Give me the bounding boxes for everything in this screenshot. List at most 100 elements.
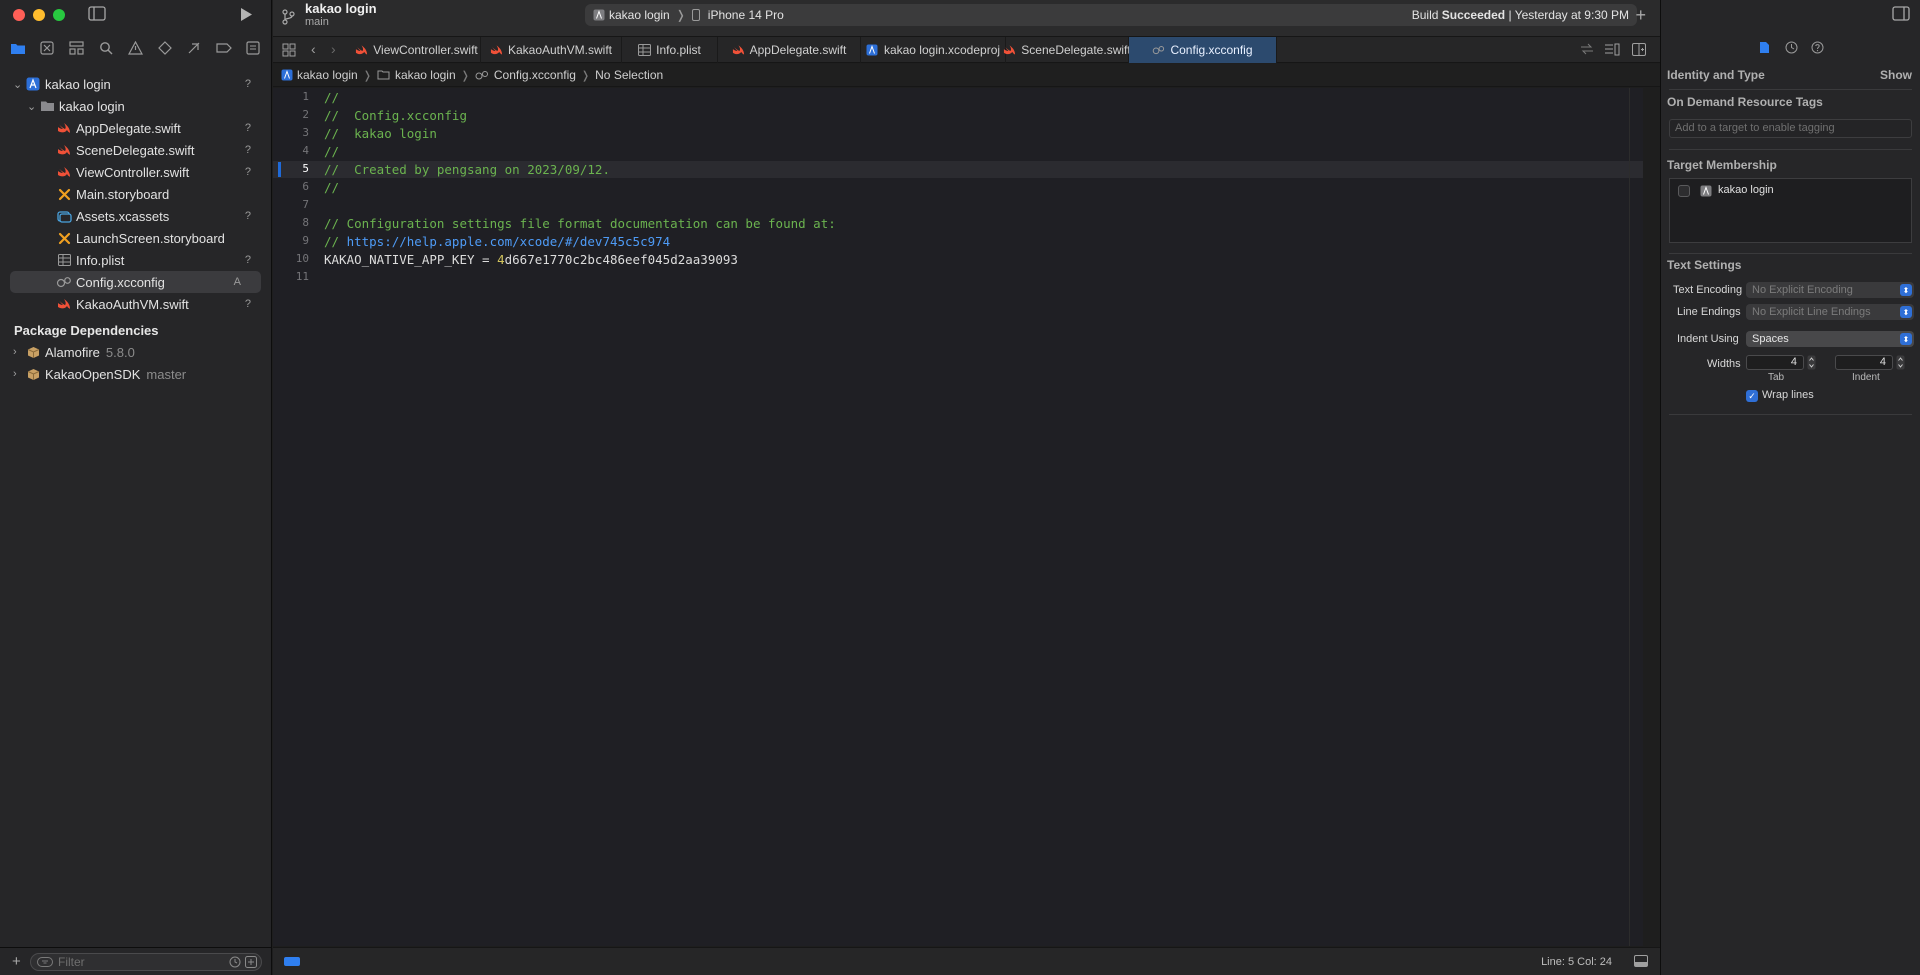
window-toolbar: kakao login main kakao login ❭ iPhone 14… <box>273 0 1660 37</box>
tree-row-group[interactable]: ⌄ kakao login <box>0 95 271 117</box>
breadcrumb: kakao login ❭ kakao login ❭ Config.xccon… <box>273 64 1660 87</box>
editor-tab[interactable]: kakao login.xcodeproj <box>861 37 1006 63</box>
indent-using-popup[interactable]: Spaces ⬍ <box>1746 331 1914 347</box>
xcodeproj-icon <box>1700 185 1712 197</box>
wrap-lines-checkbox[interactable]: ✓ <box>1746 390 1758 402</box>
chevron-down-icon[interactable]: ⌄ <box>27 100 39 113</box>
package-row[interactable]: › Alamofire 5.8.0 <box>0 341 271 363</box>
code-line[interactable]: // <box>324 144 339 159</box>
scm-filter-icon[interactable] <box>245 955 257 968</box>
tree-row-file[interactable]: KakaoAuthVM.swift? <box>0 293 271 315</box>
editor-tab[interactable]: AppDelegate.swift <box>718 37 861 63</box>
editor-tab[interactable]: ViewController.swift <box>353 37 481 63</box>
chevron-down-icon[interactable]: ⌄ <box>13 78 25 91</box>
folder-icon <box>39 98 55 114</box>
debug-area-toggle-icon[interactable] <box>284 957 300 966</box>
code-line[interactable]: // <box>324 180 339 195</box>
tree-row-file[interactable]: AppDelegate.swift? <box>0 117 271 139</box>
code-line[interactable]: // kakao login <box>324 126 437 141</box>
report-icon[interactable] <box>241 38 265 58</box>
code-line[interactable]: // Configuration settings file format do… <box>324 216 836 231</box>
editor-tab[interactable]: Info.plist <box>622 37 718 63</box>
scm-badge: ? <box>244 254 251 266</box>
tab-width-stepper-icon[interactable] <box>1807 355 1816 370</box>
add-icon[interactable]: + <box>12 953 21 970</box>
debug-icon[interactable] <box>182 38 206 58</box>
breadcrumb-file[interactable]: Config.xcconfig <box>475 68 576 82</box>
source-control-icon[interactable] <box>35 38 59 58</box>
indent-width-field[interactable]: 4 <box>1835 355 1893 370</box>
tree-row-project[interactable]: ⌄ kakao login ? <box>0 73 271 95</box>
text-encoding-popup[interactable]: No Explicit Encoding ⬍ <box>1746 282 1914 298</box>
add-editor-icon[interactable]: + <box>1635 5 1646 26</box>
run-button[interactable] <box>238 6 254 23</box>
destination-selector[interactable]: iPhone 14 Pro <box>691 8 784 22</box>
breadcrumb-group[interactable]: kakao login <box>377 68 456 82</box>
breakpoint-icon[interactable] <box>212 38 236 58</box>
sidebar-toggle-icon[interactable] <box>88 6 106 21</box>
history-icon[interactable] <box>1785 41 1798 54</box>
editor-tab[interactable]: Config.xcconfig <box>1129 37 1277 63</box>
file-inspector-icon[interactable] <box>1759 41 1770 54</box>
tree-row-file[interactable]: Info.plist? <box>0 249 271 271</box>
editor-tab[interactable]: KakaoAuthVM.swift <box>481 37 622 63</box>
recent-files-icon[interactable] <box>229 956 241 968</box>
package-name: Alamofire <box>45 344 100 360</box>
target-checkbox[interactable] <box>1678 185 1690 197</box>
warning-icon[interactable] <box>124 38 148 58</box>
chevron-right-icon[interactable]: › <box>13 368 25 380</box>
tree-row-file[interactable]: LaunchScreen.storyboard <box>0 227 271 249</box>
search-icon[interactable] <box>94 38 118 58</box>
scheme-name: kakao login <box>609 8 670 22</box>
minimize-window-button[interactable] <box>33 9 45 21</box>
related-items-icon[interactable] <box>1580 43 1594 55</box>
line-number: 8 <box>302 216 309 229</box>
odr-tags-field[interactable]: Add to a target to enable tagging <box>1669 119 1912 138</box>
close-window-button[interactable] <box>13 9 25 21</box>
show-button[interactable]: Show <box>1880 68 1912 82</box>
breadcrumb-project[interactable]: kakao login <box>281 68 358 82</box>
branch-name[interactable]: main <box>305 16 329 28</box>
folder-icon[interactable] <box>6 38 30 58</box>
tree-row-file[interactable]: Config.xcconfig A <box>10 271 261 293</box>
swift-icon <box>355 44 368 57</box>
editor-tab-bar: ‹ › ViewController.swift KakaoAuthVM.swif… <box>273 37 1660 63</box>
symbol-navigator-icon[interactable] <box>65 38 89 58</box>
package-icon <box>25 344 41 360</box>
panel-toggle-icon[interactable] <box>1634 955 1648 967</box>
project-title[interactable]: kakao login <box>305 1 377 16</box>
tree-row-file[interactable]: Main.storyboard <box>0 183 271 205</box>
code-line[interactable]: // Created by pengsang on 2023/09/12. <box>324 162 610 177</box>
tree-row-file[interactable]: Assets.xcassets? <box>0 205 271 227</box>
group-name: kakao login <box>59 98 125 114</box>
indent-using-label: Indent Using <box>1677 333 1739 345</box>
editor-options-icon[interactable] <box>1604 43 1620 56</box>
test-diamond-icon[interactable] <box>153 38 177 58</box>
tab-width-field[interactable]: 4 <box>1746 355 1804 370</box>
tree-row-file[interactable]: SceneDelegate.swift? <box>0 139 271 161</box>
code-line[interactable]: KAKAO_NATIVE_APP_KEY = 4d667e1770c2bc486… <box>324 252 738 267</box>
code-line[interactable]: // Config.xcconfig <box>324 108 467 123</box>
code-line[interactable]: // <box>324 90 339 105</box>
indent-width-stepper-icon[interactable] <box>1896 355 1905 370</box>
destination-name: iPhone 14 Pro <box>707 8 784 22</box>
split-editor-icon[interactable] <box>1632 43 1646 56</box>
back-arrow-icon[interactable]: ‹ <box>311 41 316 57</box>
zoom-window-button[interactable] <box>53 9 65 21</box>
grid-icon[interactable] <box>282 43 296 57</box>
source-editor[interactable]: 1 2 3 4 5 6 7 8 9 10 11 // // Config.xcconfig // kak… <box>273 88 1643 946</box>
help-icon[interactable] <box>1811 41 1824 54</box>
build-status-prefix: Build <box>1411 8 1439 22</box>
tree-row-file[interactable]: ViewController.swift? <box>0 161 271 183</box>
status-bar: Line: 5 Col: 24 <box>273 947 1660 975</box>
code-line[interactable]: // https://help.apple.com/xcode/#/dev745… <box>324 234 670 249</box>
line-endings-popup[interactable]: No Explicit Line Endings ⬍ <box>1746 304 1914 320</box>
inspector-toggle-icon[interactable] <box>1892 6 1910 21</box>
package-row[interactable]: › KakaoOpenSDK master <box>0 363 271 385</box>
forward-arrow-icon[interactable]: › <box>331 41 336 57</box>
chevron-right-icon[interactable]: › <box>13 346 25 358</box>
filter-field[interactable]: Filter <box>30 952 262 971</box>
scheme-selector[interactable]: kakao login ❭ <box>593 8 692 22</box>
breadcrumb-selection[interactable]: No Selection <box>595 68 663 82</box>
editor-tab[interactable]: SceneDelegate.swift <box>1004 37 1131 63</box>
